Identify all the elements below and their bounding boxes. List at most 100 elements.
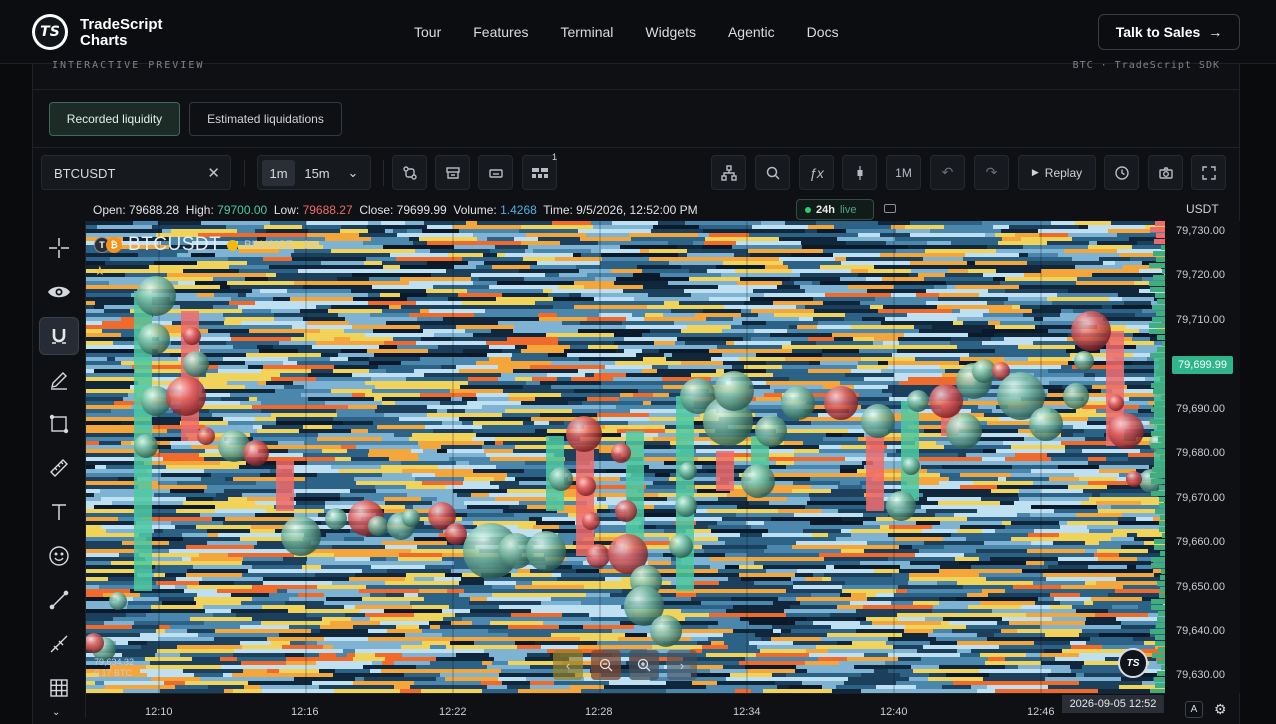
nav-link-features[interactable]: Features — [473, 24, 528, 40]
edge-volume-bar — [1155, 413, 1165, 418]
long-liquidation-bubble — [526, 531, 566, 571]
long-liquidation-bubble — [368, 516, 388, 536]
text-icon[interactable] — [39, 493, 79, 531]
range-1m-button[interactable]: 1M — [886, 155, 921, 190]
pencil-icon[interactable] — [39, 361, 79, 399]
long-liquidation-bubble — [1063, 383, 1089, 409]
fib-lines-icon[interactable] — [39, 625, 79, 663]
y-tick: 79,630.00 — [1176, 669, 1225, 681]
keyboard-shortcut-icon[interactable] — [884, 204, 896, 213]
divider — [33, 89, 1239, 90]
edge-volume-bar — [1154, 677, 1165, 682]
candle-icon[interactable] — [842, 155, 877, 190]
star-icon[interactable]: ★ — [94, 263, 106, 279]
trend-line-icon[interactable] — [39, 581, 79, 619]
chevron-down-icon[interactable]: ⌄ — [52, 707, 60, 718]
undo-icon[interactable]: ↶ — [930, 155, 965, 190]
edge-volume-bar — [1158, 611, 1165, 616]
drawing-tools-rail: ⌄ — [34, 221, 86, 718]
long-liquidation-bubble — [781, 386, 815, 420]
crosshair-icon[interactable] — [39, 229, 79, 267]
zoom-out-icon[interactable] — [591, 650, 621, 680]
zoom-in-icon[interactable] — [629, 650, 659, 680]
search-icon[interactable] — [755, 155, 790, 190]
edge-volume-bar — [1155, 401, 1165, 406]
camera-icon[interactable] — [1148, 155, 1183, 190]
timeframe-15m[interactable]: 15m — [298, 160, 336, 186]
low-value: 79688.27 — [302, 203, 353, 217]
recorded-liquidity-button[interactable]: Recorded liquidity — [49, 102, 180, 136]
volume-label: Volume: — [453, 203, 497, 217]
edge-volume-bar — [1157, 347, 1165, 352]
fullscreen-icon[interactable] — [1191, 155, 1226, 190]
brand-name[interactable]: TradeScript Charts — [80, 17, 163, 49]
compare-icon[interactable] — [392, 155, 427, 190]
short-liquidation-bubble — [1071, 311, 1111, 351]
long-liquidation-bubble — [679, 462, 697, 480]
live-range-badge[interactable]: 24h live — [796, 199, 874, 220]
auto-scale-button[interactable]: A — [1185, 701, 1203, 718]
scroll-right-icon[interactable]: › — [667, 650, 697, 680]
gear-icon[interactable]: ⚙ — [1214, 701, 1227, 718]
toolbar-separator — [383, 160, 384, 186]
edge-volume-bar — [1157, 617, 1165, 622]
edge-volume-bar — [1149, 323, 1165, 328]
emoji-icon[interactable] — [39, 537, 79, 575]
network-icon[interactable] — [711, 155, 746, 190]
x-tick: 12:40 — [880, 706, 908, 718]
time-axis[interactable]: 12:10 12:16 12:22 12:28 12:34 12:40 12:4… — [86, 693, 1165, 718]
divider — [33, 147, 1239, 148]
y-tick: 79,650.00 — [1176, 581, 1225, 593]
talk-to-sales-label: Talk to Sales — [1115, 24, 1201, 40]
high-label: High: — [185, 203, 214, 217]
nav-link-docs[interactable]: Docs — [807, 24, 839, 40]
crosshair-time-tag: 2026-09-05 12:52 — [1062, 695, 1164, 713]
live-label: live — [839, 203, 857, 216]
long-liquidation-bubble — [861, 404, 895, 438]
estimated-liquidations-button[interactable]: Estimated liquidations — [189, 102, 342, 136]
y-tick: 79,640.00 — [1176, 625, 1225, 637]
long-liquidation-bubble — [675, 495, 697, 517]
edge-volume-bar — [1156, 371, 1165, 376]
eye-icon[interactable] — [39, 273, 79, 311]
magnet-icon[interactable] — [39, 317, 79, 355]
short-liquidation-bubble — [197, 427, 215, 445]
edge-volume-bar — [1151, 383, 1165, 388]
rectangle-icon[interactable] — [39, 405, 79, 443]
edge-volume-bar — [1154, 539, 1165, 544]
edge-volume-bar — [1151, 599, 1165, 604]
function-icon[interactable]: ƒx — [799, 155, 834, 190]
candle — [901, 401, 919, 501]
close-label: Close: — [359, 203, 394, 217]
edge-volume-bar — [1151, 443, 1165, 448]
layout-count-badge: 1 — [552, 152, 558, 162]
scroll-left-icon[interactable]: ‹ — [553, 650, 583, 680]
clock-icon[interactable] — [1104, 155, 1139, 190]
y-tick: 79,670.00 — [1176, 492, 1225, 504]
talk-to-sales-button[interactable]: Talk to Sales → — [1098, 14, 1240, 50]
grid-icon[interactable] — [39, 669, 79, 707]
archive-icon[interactable] — [435, 155, 470, 190]
long-liquidation-bubble — [902, 457, 920, 475]
replay-button[interactable]: ▶ Replay — [1018, 155, 1096, 190]
redo-icon[interactable]: ↷ — [974, 155, 1009, 190]
candle — [276, 461, 294, 511]
chevron-down-icon[interactable]: ⌄ — [340, 160, 366, 186]
preview-label: INTERACTIVE PREVIEW — [52, 60, 205, 71]
keyboard-icon[interactable] — [478, 155, 513, 190]
ruler-icon[interactable] — [39, 449, 79, 487]
edge-volume-bar — [1150, 227, 1165, 232]
chart-legend: T ₿ BTCUSDT BINANCE · 1m — [94, 234, 318, 256]
timeframe-1m[interactable]: 1m — [262, 160, 295, 186]
nav-link-tour[interactable]: Tour — [414, 24, 441, 40]
long-liquidation-bubble — [136, 276, 176, 316]
liquidity-heatmap-chart[interactable] — [86, 221, 1165, 693]
nav-link-widgets[interactable]: Widgets — [645, 24, 696, 40]
nav-link-agentic[interactable]: Agentic — [728, 24, 775, 40]
clear-icon[interactable]: ✕ — [207, 164, 220, 182]
brand-logo[interactable]: TS — [32, 14, 68, 50]
nav-link-terminal[interactable]: Terminal — [560, 24, 613, 40]
price-axis[interactable]: 79,730.00 79,720.00 79,710.00 79,690.00 … — [1165, 221, 1240, 693]
symbol-search-input[interactable]: BTCUSDT ✕ — [41, 155, 231, 190]
symbol-value: BTCUSDT — [54, 166, 116, 181]
